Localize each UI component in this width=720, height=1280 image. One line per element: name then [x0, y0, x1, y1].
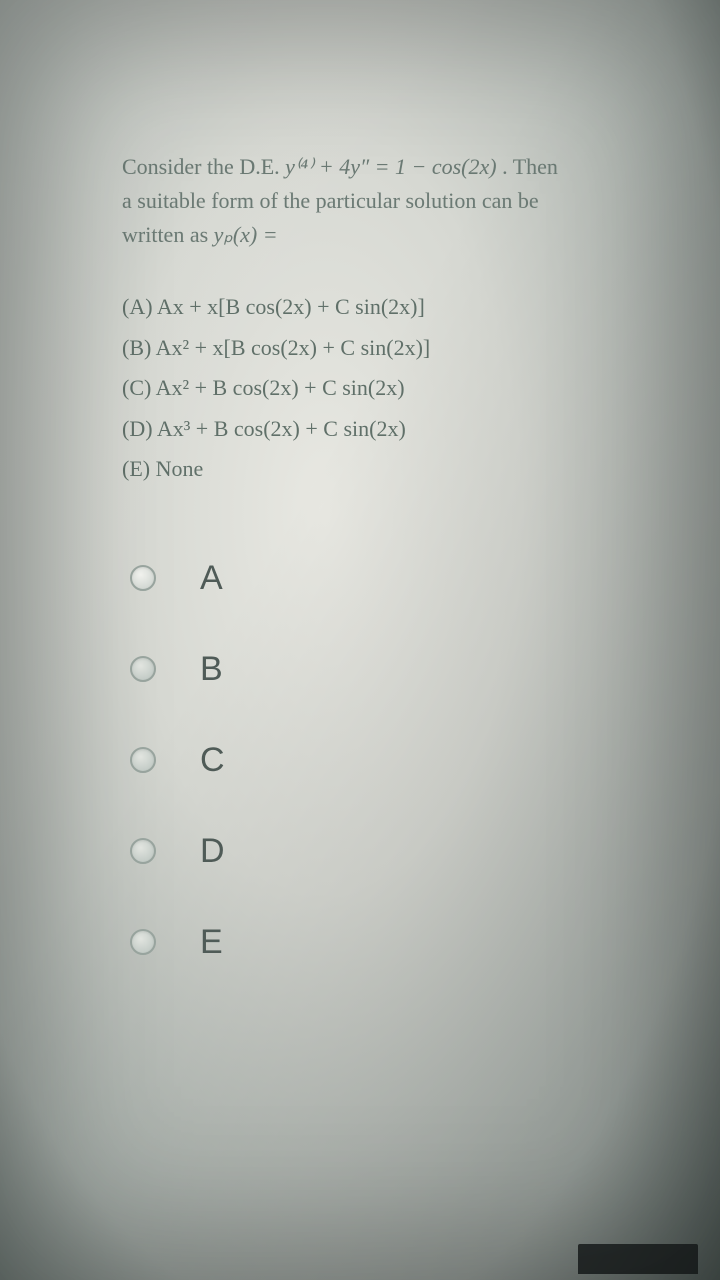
radio-e[interactable] [130, 929, 156, 955]
radio-label-d: D [200, 832, 225, 871]
radio-c[interactable] [130, 747, 156, 773]
q-line3-eq: yₚ(x) = [214, 222, 278, 247]
radio-row-e[interactable]: E [122, 923, 652, 962]
choice-text-e: (E) None [122, 450, 652, 489]
radio-group: A B C D E [122, 559, 652, 962]
q-line1-pre: Consider the D.E. [122, 154, 285, 179]
taskbar-fragment [578, 1244, 698, 1274]
question-sheet: Consider the D.E. y⁽⁴⁾ + 4y″ = 1 − cos(2… [22, 0, 702, 1280]
choice-text-block: (A) Ax + x[B cos(2x) + C sin(2x)] (B) Ax… [122, 288, 652, 489]
radio-row-a[interactable]: A [122, 559, 652, 598]
radio-label-c: C [200, 741, 225, 780]
choice-text-c: (C) Ax² + B cos(2x) + C sin(2x) [122, 369, 652, 408]
radio-label-b: B [200, 650, 223, 689]
radio-row-d[interactable]: D [122, 832, 652, 871]
radio-row-c[interactable]: C [122, 741, 652, 780]
radio-a[interactable] [130, 565, 156, 591]
q-line1-eq: y⁽⁴⁾ + 4y″ = 1 − cos(2x) [285, 154, 496, 179]
q-line3-pre: written as [122, 222, 214, 247]
question-stem: Consider the D.E. y⁽⁴⁾ + 4y″ = 1 − cos(2… [122, 150, 652, 252]
choice-text-a: (A) Ax + x[B cos(2x) + C sin(2x)] [122, 288, 652, 327]
radio-label-a: A [200, 559, 223, 598]
choice-text-d: (D) Ax³ + B cos(2x) + C sin(2x) [122, 410, 652, 449]
q-line1-post: . Then [502, 154, 558, 179]
choice-text-b: (B) Ax² + x[B cos(2x) + C sin(2x)] [122, 329, 652, 368]
q-line2: a suitable form of the particular soluti… [122, 188, 539, 213]
radio-b[interactable] [130, 656, 156, 682]
radio-label-e: E [200, 923, 223, 962]
radio-d[interactable] [130, 838, 156, 864]
radio-row-b[interactable]: B [122, 650, 652, 689]
